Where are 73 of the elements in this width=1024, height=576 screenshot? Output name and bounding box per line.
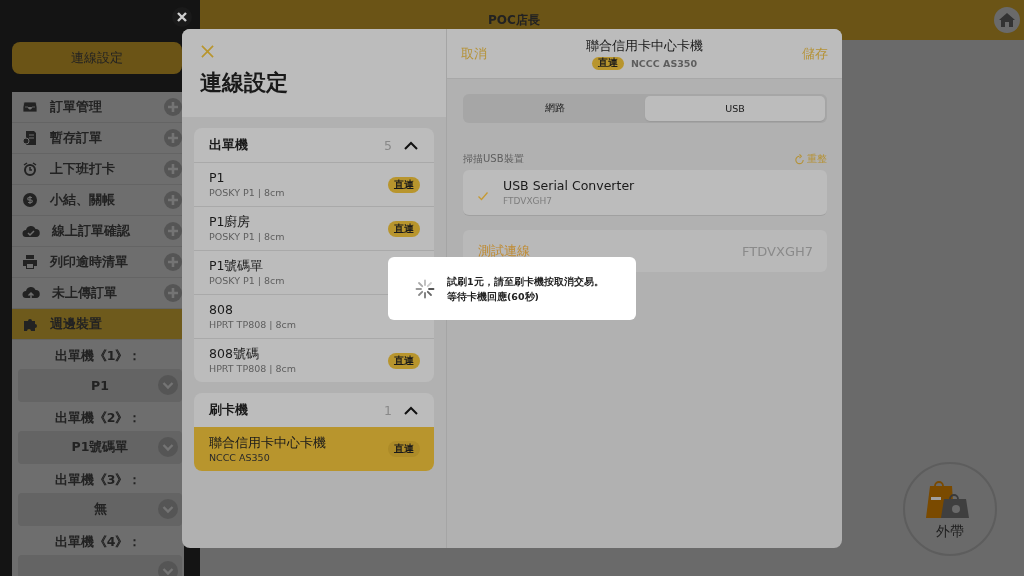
- menu-item[interactable]: 週邊裝置: [12, 309, 184, 340]
- plus-icon[interactable]: [164, 284, 182, 302]
- loading-message: 試刷1元，請至刷卡機按取消交易。: [447, 274, 604, 289]
- device-model: HPRT TP808 | 8cm: [209, 362, 297, 375]
- plus-icon[interactable]: [164, 222, 182, 240]
- test-connection-label: 測試連線: [478, 242, 530, 260]
- device-name: 808號碼: [209, 346, 260, 362]
- connection-badge: 直連: [388, 176, 420, 193]
- usb-serial: FTDVXGH7: [503, 195, 554, 208]
- plus-icon[interactable]: [164, 129, 182, 147]
- chevron-up-icon[interactable]: [404, 405, 418, 415]
- connection-settings-button[interactable]: 連線設定: [12, 42, 182, 74]
- plus-icon[interactable]: [164, 98, 182, 116]
- connection-badge: 直連: [388, 441, 420, 457]
- cloud-check-icon: [22, 224, 40, 238]
- printer-dropdown[interactable]: P1: [18, 369, 182, 402]
- chevron-down-icon: [158, 437, 178, 457]
- tab[interactable]: USB: [645, 96, 825, 121]
- app-title: POC店長: [488, 11, 540, 29]
- device-model: NCCC AS350: [209, 450, 271, 464]
- device-name: P1: [209, 170, 226, 186]
- detail-title: 聯合信用卡中心卡機: [586, 37, 703, 55]
- section-label: 掃描USB裝置: [463, 152, 524, 166]
- printer-label: 出單機《2》：: [53, 409, 143, 427]
- home-icon[interactable]: [994, 7, 1020, 33]
- plus-icon[interactable]: [164, 253, 182, 271]
- loading-message: 等待卡機回應(60秒): [447, 289, 540, 304]
- chevron-down-icon: [158, 499, 178, 519]
- close-icon[interactable]: [172, 7, 192, 27]
- chevron-down-icon: [158, 375, 178, 395]
- dollar-icon: [22, 192, 38, 208]
- device-model: POSKY P1 | 8cm: [209, 274, 285, 287]
- device-name: 聯合信用卡中心卡機: [209, 434, 326, 451]
- device-model: POSKY P1 | 8cm: [209, 186, 285, 199]
- connection-badge: 直連: [591, 56, 624, 70]
- group-title: 刷卡機: [209, 401, 248, 419]
- connection-badge: 直連: [388, 220, 420, 237]
- chevron-up-icon[interactable]: [404, 140, 418, 150]
- usb-device-name: USB Serial Converter: [503, 177, 635, 194]
- cancel-button[interactable]: 取消: [461, 44, 487, 63]
- puzzle-icon: [22, 316, 38, 332]
- device-model: POSKY P1 | 8cm: [209, 230, 285, 243]
- device-name: 808: [209, 302, 234, 318]
- device-model: HPRT TP808 | 8cm: [209, 318, 297, 331]
- printer-dropdown[interactable]: 無: [18, 493, 182, 526]
- device-row[interactable]: P1 POSKY P1 | 8cm 直連: [194, 162, 434, 206]
- plus-icon[interactable]: [164, 160, 182, 178]
- tray-icon: [22, 99, 38, 115]
- chevron-down-icon: [158, 561, 178, 576]
- refresh-icon: [794, 153, 805, 165]
- tab[interactable]: 網路: [465, 96, 645, 121]
- takeout-button[interactable]: 外帶: [903, 462, 997, 556]
- plus-icon[interactable]: [164, 191, 182, 209]
- cloud-upload-icon: [22, 286, 40, 300]
- printer-dropdown[interactable]: P1號碼單: [18, 431, 182, 464]
- loading-spinner-icon: [415, 278, 435, 299]
- device-row[interactable]: 聯合信用卡中心卡機 NCCC AS350 直連: [194, 427, 434, 471]
- printer-icon: [22, 254, 38, 270]
- device-row[interactable]: 808號碼 HPRT TP808 | 8cm 直連: [194, 338, 434, 382]
- save-button[interactable]: 儲存: [802, 44, 828, 63]
- printer-label: 出單機《3》：: [53, 471, 143, 489]
- printer-label: 出單機《1》：: [53, 347, 143, 365]
- device-row[interactable]: P1廚房 POSKY P1 | 8cm 直連: [194, 206, 434, 250]
- connection-badge: 直連: [388, 352, 420, 369]
- printer-label: 出單機《4》：: [53, 533, 143, 551]
- device-name: P1號碼單: [209, 258, 265, 274]
- device-model: NCCC AS350: [630, 57, 698, 69]
- group-title: 出單機: [209, 136, 248, 154]
- modal-title: 連線設定: [200, 69, 288, 97]
- receipt-icon: [22, 130, 38, 146]
- alarm-clock-icon: [22, 161, 38, 177]
- usb-device-row[interactable]: USB Serial Converter FTDVXGH7: [463, 170, 827, 216]
- device-name: P1廚房: [209, 214, 252, 230]
